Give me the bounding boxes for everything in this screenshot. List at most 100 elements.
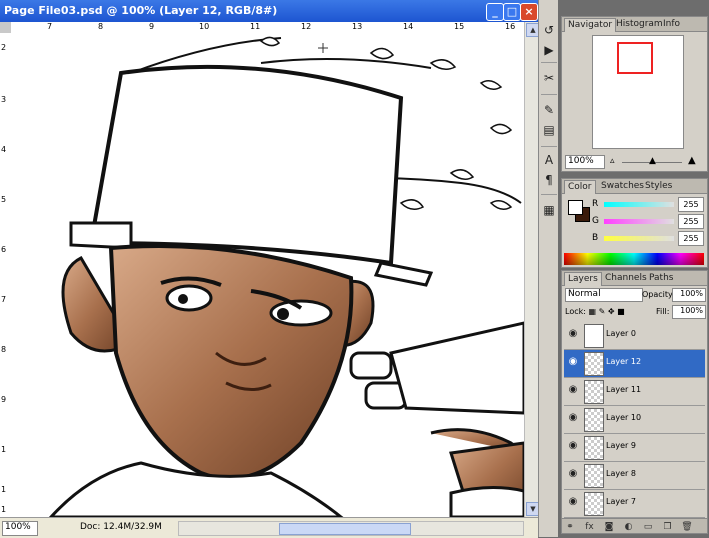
ruler-v-label: 5 — [1, 195, 7, 204]
blue-channel-label: B — [592, 233, 599, 243]
layers-panel: Layers Channels Paths Normal Opacity: 10… — [561, 270, 708, 534]
close-button[interactable]: × — [520, 3, 538, 21]
ruler-v-label: 4 — [1, 145, 7, 154]
horizontal-scroll-thumb[interactable] — [279, 523, 411, 535]
layer-thumbnail — [584, 380, 604, 404]
zoom-out-icon[interactable]: ▵ — [610, 156, 615, 166]
layer-visibility-eye-icon[interactable]: ◉ — [566, 356, 580, 370]
red-channel-slider[interactable] — [604, 202, 674, 207]
layers-panel-footer: ⚭ fx ◙ ◐ ▭ ❐ 🗑 — [562, 518, 707, 533]
status-bar: 100% Doc: 12.4M/32.9M — [0, 517, 538, 538]
opacity-field[interactable]: 100% — [672, 288, 706, 302]
document-title-bar[interactable]: Page File03.psd @ 100% (Layer 12, RGB/8#… — [0, 0, 538, 22]
blue-channel-slider[interactable] — [604, 236, 674, 241]
layer-style-icon[interactable]: fx — [582, 522, 598, 532]
tab-histogram[interactable]: Histogram — [613, 18, 666, 31]
layer-visibility-eye-icon[interactable]: ◉ — [566, 328, 580, 342]
tool-presets-icon[interactable]: ✂ — [541, 70, 557, 86]
ruler-v-label: 6 — [1, 245, 7, 254]
layer-row-selected[interactable]: ◉ Layer 12 — [564, 350, 705, 378]
layer-row[interactable]: ◉ Layer 7 — [564, 490, 705, 518]
tab-channels[interactable]: Channels — [602, 272, 650, 285]
layer-visibility-eye-icon[interactable]: ◉ — [566, 440, 580, 454]
navigator-thumbnail[interactable] — [592, 35, 684, 149]
layer-name: Layer 12 — [606, 357, 642, 366]
red-channel-label: R — [592, 199, 599, 209]
layer-thumbnail — [584, 436, 604, 460]
navigator-view-box[interactable] — [617, 42, 653, 74]
new-layer-icon[interactable]: ❐ — [660, 522, 676, 532]
character-icon[interactable]: A — [541, 152, 557, 168]
layer-row[interactable]: ◉ Layer 8 — [564, 462, 705, 490]
layer-row[interactable]: ◉ Layer 11 — [564, 378, 705, 406]
actions-icon[interactable]: ▶ — [541, 42, 557, 58]
image-canvas[interactable] — [11, 33, 524, 517]
layer-row[interactable]: ◉ Layer 9 — [564, 434, 705, 462]
green-channel-value[interactable]: 255 — [678, 214, 704, 229]
lock-all-icon[interactable]: ■ — [617, 307, 625, 316]
foreground-color-swatch[interactable] — [568, 200, 583, 215]
ruler-h-label: 15 — [454, 22, 465, 31]
ruler-v-label: 2 — [1, 43, 7, 52]
layer-row[interactable]: ◉ Layer 10 — [564, 406, 705, 434]
color-panel: Color Swatches Styles R 255 G 255 B 255 — [561, 178, 708, 268]
tab-layers[interactable]: Layers — [564, 272, 602, 286]
ruler-h-label: 16 — [505, 22, 516, 31]
layer-visibility-eye-icon[interactable]: ◉ — [566, 412, 580, 426]
history-icon[interactable]: ↺ — [541, 22, 557, 38]
clone-source-icon[interactable]: ▤ — [541, 122, 557, 138]
strip-divider — [541, 146, 557, 147]
layer-visibility-eye-icon[interactable]: ◉ — [566, 496, 580, 510]
ruler-h-label: 8 — [98, 22, 104, 31]
delete-layer-icon[interactable]: 🗑 — [679, 522, 695, 532]
blend-mode-select[interactable]: Normal — [565, 288, 643, 302]
layer-row[interactable]: ◉ Layer 0 — [564, 322, 705, 350]
lock-image-icon[interactable]: ✎ — [599, 307, 606, 316]
zoom-in-icon[interactable]: ▲ — [688, 155, 696, 166]
layer-visibility-eye-icon[interactable]: ◉ — [566, 468, 580, 482]
lock-position-icon[interactable]: ✥ — [608, 307, 615, 316]
layer-name: Layer 8 — [606, 469, 636, 478]
green-channel-slider[interactable] — [604, 219, 674, 224]
ruler-v-label: 1 — [1, 485, 7, 494]
layer-visibility-eye-icon[interactable]: ◉ — [566, 384, 580, 398]
paragraph-icon[interactable]: ¶ — [541, 172, 557, 188]
color-spectrum-bar[interactable] — [564, 253, 704, 265]
minimize-button[interactable]: _ — [486, 3, 504, 21]
blue-channel-value[interactable]: 255 — [678, 231, 704, 246]
strip-divider — [541, 94, 557, 95]
artwork-illustration — [48, 36, 524, 517]
adjustment-layer-icon[interactable]: ◐ — [621, 522, 637, 532]
tab-color[interactable]: Color — [564, 180, 596, 194]
tab-paths[interactable]: Paths — [646, 272, 676, 285]
navigator-zoom-field[interactable]: 100% — [565, 155, 605, 169]
layer-comps-icon[interactable]: ▦ — [541, 202, 557, 218]
layer-thumbnail — [584, 408, 604, 432]
ruler-v-label: 3 — [1, 95, 7, 104]
brushes-icon[interactable]: ✎ — [541, 102, 557, 118]
document-title: Page File03.psd @ 100% (Layer 12, RGB/8#… — [4, 4, 278, 17]
lock-transparency-icon[interactable]: ▦ — [588, 307, 596, 316]
green-channel-label: G — [592, 216, 599, 226]
ruler-h-label: 12 — [301, 22, 312, 31]
fill-field[interactable]: 100% — [672, 305, 706, 319]
opacity-label: Opacity: — [642, 290, 675, 299]
color-tabs: Color Swatches Styles — [562, 179, 707, 194]
maximize-button[interactable]: □ — [503, 3, 521, 21]
navigator-slider-thumb[interactable]: ▲ — [649, 156, 656, 166]
blue-channel-row: B 255 — [592, 231, 704, 247]
tab-navigator[interactable]: Navigator — [564, 18, 617, 32]
link-layers-icon[interactable]: ⚭ — [562, 522, 578, 532]
vertical-scrollbar[interactable]: ▲ ▼ — [524, 22, 540, 517]
red-channel-row: R 255 — [592, 197, 704, 213]
new-group-icon[interactable]: ▭ — [640, 522, 656, 532]
ruler-h-label: 11 — [250, 22, 261, 31]
tab-info[interactable]: Info — [660, 18, 683, 31]
lock-row: Lock: ▦ ✎ ✥ ■ — [565, 307, 625, 316]
tab-styles[interactable]: Styles — [642, 180, 675, 193]
layer-mask-icon[interactable]: ◙ — [601, 522, 617, 532]
zoom-level-field[interactable]: 100% — [2, 521, 38, 536]
horizontal-scrollbar[interactable] — [178, 521, 524, 536]
red-channel-value[interactable]: 255 — [678, 197, 704, 212]
tab-swatches[interactable]: Swatches — [598, 180, 647, 193]
